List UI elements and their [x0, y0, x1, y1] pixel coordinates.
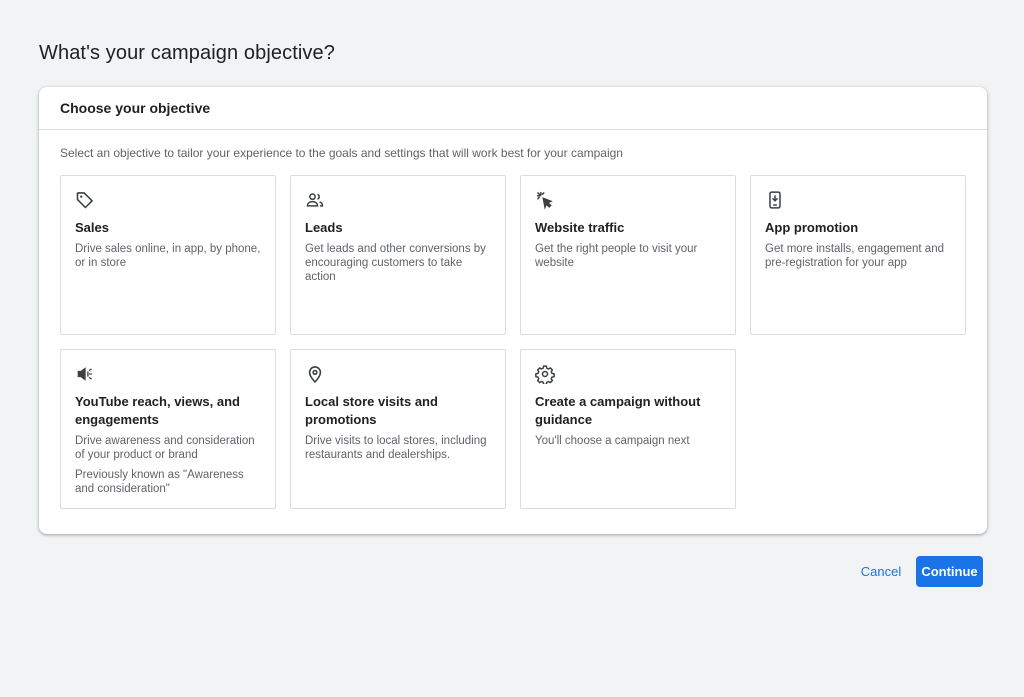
objective-description: You'll choose a campaign next	[535, 435, 690, 447]
cancel-button[interactable]: Cancel	[853, 556, 909, 586]
card-subtitle: Select an objective to tailor your exper…	[60, 146, 623, 160]
objective-description: Get leads and other conversions by encou…	[305, 243, 486, 283]
objective-title: Sales	[75, 220, 109, 235]
location-pin-icon	[305, 364, 325, 384]
objective-description: Drive awareness and consideration of you…	[75, 435, 255, 461]
megaphone-icon	[75, 364, 95, 384]
phone-download-icon	[765, 190, 785, 210]
cursor-click-icon	[535, 190, 555, 210]
objective-title: App promotion	[765, 220, 859, 235]
objective-title: Local store visits and promotions	[305, 394, 438, 427]
objective-description: Get more installs, engagement and pre-re…	[765, 243, 944, 269]
objective-tile-youtube[interactable]: YouTube reach, views, and engagements Dr…	[60, 349, 276, 509]
page-title: What's your campaign objective?	[39, 42, 335, 64]
gear-icon	[535, 364, 555, 384]
objective-card: Choose your objective Select an objectiv…	[39, 87, 987, 534]
tag-icon	[75, 190, 95, 210]
objective-note: Previously known as "Awareness and consi…	[75, 469, 244, 495]
objective-description: Get the right people to visit your websi…	[535, 243, 698, 269]
objective-title: YouTube reach, views, and engagements	[75, 394, 240, 427]
objective-title: Leads	[305, 220, 343, 235]
objective-tile-app-promotion[interactable]: App promotion Get more installs, engagem…	[750, 175, 966, 335]
objective-title: Create a campaign without guidance	[535, 394, 701, 427]
card-heading: Choose your objective	[39, 87, 987, 130]
objective-tile-local-store[interactable]: Local store visits and promotions Drive …	[290, 349, 506, 509]
objective-tile-website-traffic[interactable]: Website traffic Get the right people to …	[520, 175, 736, 335]
objective-title: Website traffic	[535, 220, 625, 235]
people-icon	[305, 190, 325, 210]
objective-tile-no-guidance[interactable]: Create a campaign without guidance You'l…	[520, 349, 736, 509]
objective-description: Drive sales online, in app, by phone, or…	[75, 243, 261, 269]
objective-tile-leads[interactable]: Leads Get leads and other conversions by…	[290, 175, 506, 335]
continue-button[interactable]: Continue	[916, 556, 983, 587]
objective-description: Drive visits to local stores, including …	[305, 435, 487, 461]
objective-tile-sales[interactable]: Sales Drive sales online, in app, by pho…	[60, 175, 276, 335]
